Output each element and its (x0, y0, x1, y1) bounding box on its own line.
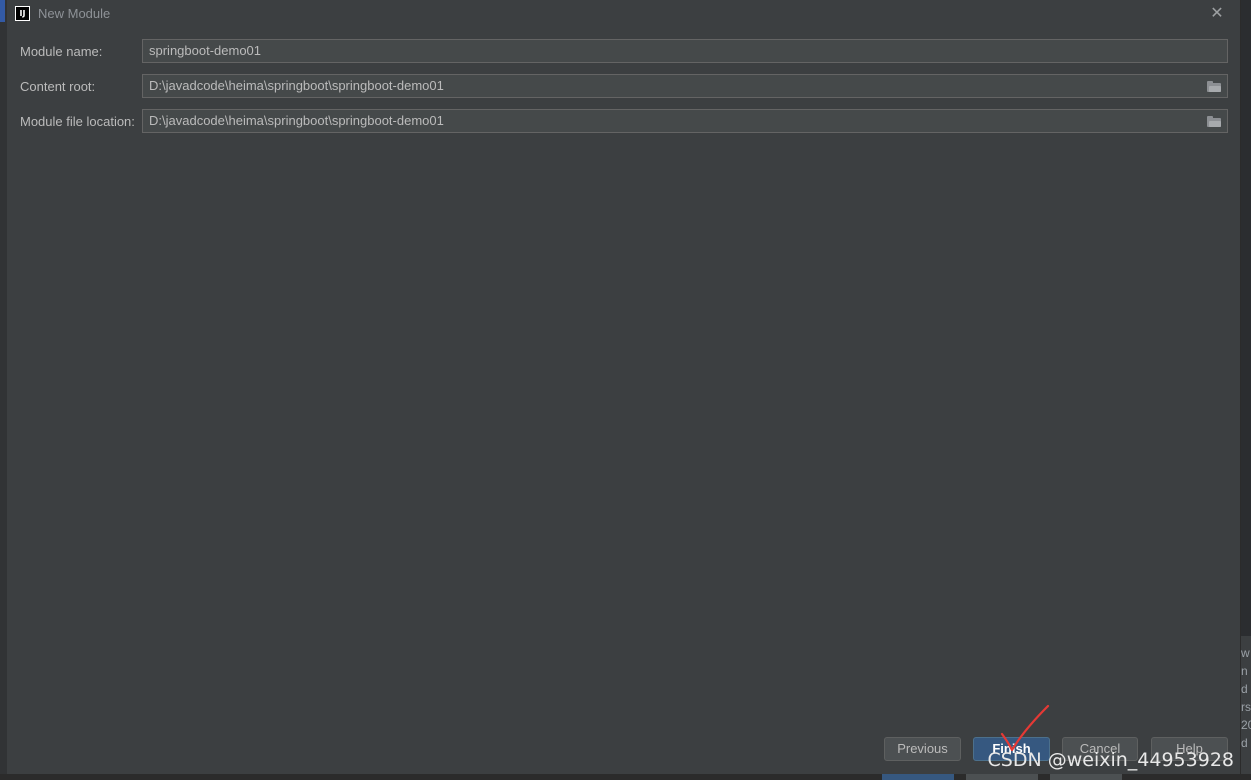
previous-button[interactable]: Previous (884, 737, 961, 761)
dialog-titlebar: IJ New Module ✕ (7, 0, 1240, 28)
module-file-location-label: Module file location: (20, 114, 135, 129)
module-name-label: Module name: (20, 44, 103, 59)
content-root-value: D:\javadcode\heima\springboot\springboot… (149, 78, 444, 93)
background-bottom-button (882, 773, 954, 780)
folder-icon[interactable] (1207, 116, 1221, 127)
dialog-title: New Module (38, 6, 111, 21)
content-root-input[interactable]: D:\javadcode\heima\springboot\springboot… (142, 74, 1228, 98)
background-left-marker (0, 0, 5, 22)
watermark: CSDN @weixin_44953928 (987, 749, 1235, 771)
background-left-strip (0, 0, 7, 780)
module-name-input[interactable]: springboot-demo01 (142, 39, 1228, 63)
content-root-row: Content root: D:\javadcode\heima\springb… (7, 74, 1240, 98)
close-icon[interactable]: ✕ (1208, 5, 1226, 23)
content-root-label: Content root: (20, 79, 96, 94)
intellij-logo-icon: IJ (15, 6, 30, 21)
module-name-value: springboot-demo01 (149, 43, 262, 58)
background-right-strip: w n d rs 20 d (1241, 636, 1251, 780)
module-name-row: Module name: springboot-demo01 (7, 39, 1240, 63)
background-bottom-button (1050, 773, 1122, 780)
module-file-location-value: D:\javadcode\heima\springboot\springboot… (149, 113, 444, 128)
folder-icon[interactable] (1207, 81, 1221, 92)
new-module-dialog: IJ New Module ✕ Module name: springboot-… (7, 0, 1241, 774)
background-right-text: w n d rs 20 d (1241, 646, 1251, 750)
background-bottom-strip (0, 773, 1251, 780)
module-file-location-row: Module file location: D:\javadcode\heima… (7, 109, 1240, 133)
module-file-location-input[interactable]: D:\javadcode\heima\springboot\springboot… (142, 109, 1228, 133)
background-bottom-button (966, 773, 1038, 780)
